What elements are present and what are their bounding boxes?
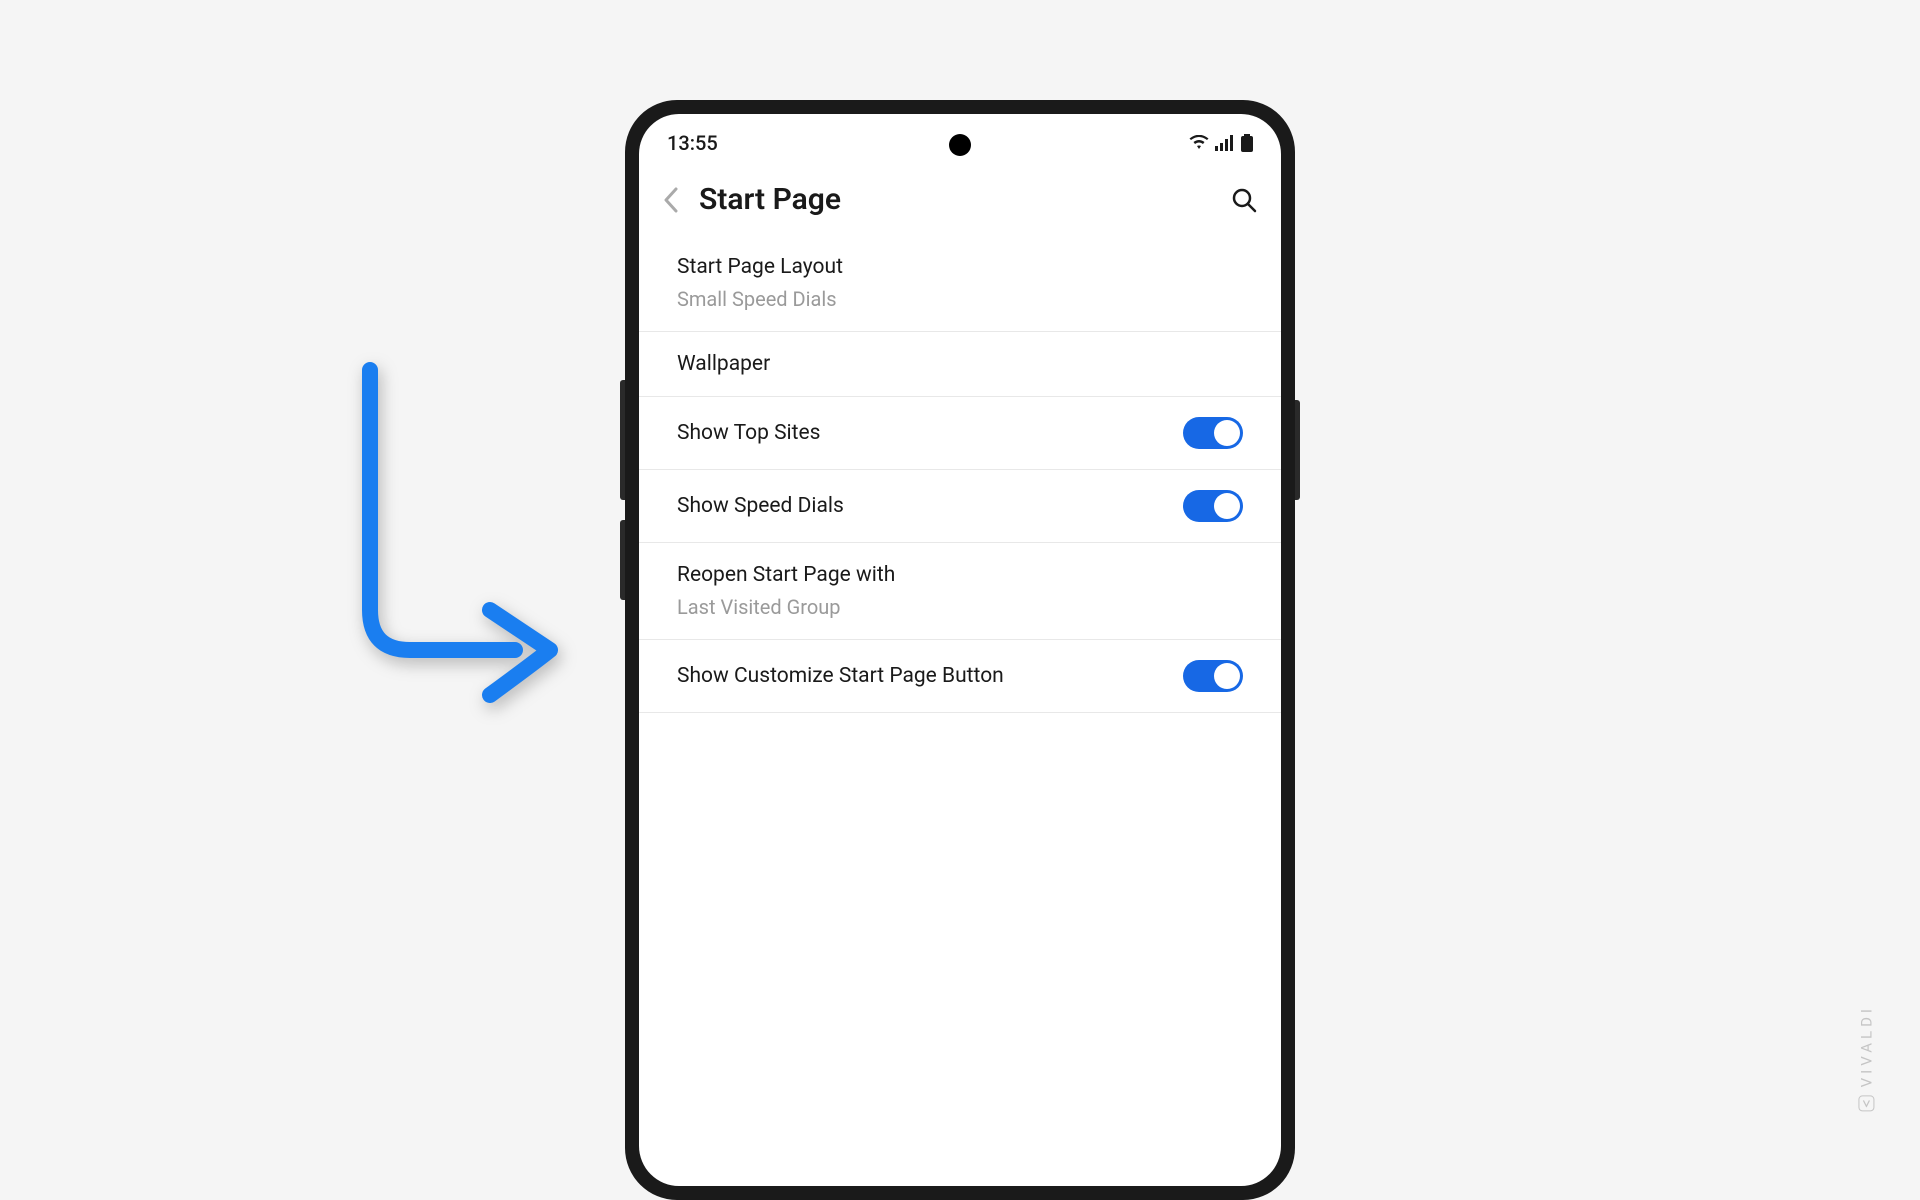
settings-list: Start Page Layout Small Speed Dials Wall… (639, 235, 1281, 713)
toggle-show-top-sites[interactable] (1183, 417, 1243, 449)
settings-header: Start Page (639, 164, 1281, 235)
battery-icon (1241, 134, 1253, 152)
phone-power-button (1295, 400, 1300, 500)
toggle-knob (1214, 663, 1240, 689)
toggle-knob (1214, 493, 1240, 519)
toggle-knob (1214, 420, 1240, 446)
vivaldi-watermark: VIVALDI (1857, 1005, 1875, 1111)
setting-label: Wallpaper (677, 352, 770, 376)
page-title: Start Page (699, 182, 1211, 217)
setting-value: Last Visited Group (677, 595, 895, 619)
signal-icon (1215, 135, 1235, 151)
setting-label: Reopen Start Page with (677, 563, 895, 587)
status-icons (1189, 134, 1253, 152)
annotation-arrow (350, 360, 570, 734)
setting-reopen-start-page[interactable]: Reopen Start Page with Last Visited Grou… (639, 543, 1281, 640)
vivaldi-logo-icon (1858, 1095, 1874, 1111)
phone-volume-down-button (620, 520, 625, 600)
back-button[interactable] (663, 187, 679, 213)
setting-show-speed-dials[interactable]: Show Speed Dials (639, 470, 1281, 543)
phone-screen: 13:55 Start Page (639, 114, 1281, 1186)
phone-volume-up-button (620, 380, 625, 500)
phone-mockup-frame: 13:55 Start Page (625, 100, 1295, 1200)
search-button[interactable] (1231, 187, 1257, 213)
setting-show-top-sites[interactable]: Show Top Sites (639, 397, 1281, 470)
status-time: 13:55 (667, 131, 718, 155)
watermark-text: VIVALDI (1857, 1005, 1875, 1087)
setting-label: Show Speed Dials (677, 494, 844, 518)
setting-wallpaper[interactable]: Wallpaper (639, 332, 1281, 397)
setting-value: Small Speed Dials (677, 287, 843, 311)
wifi-icon (1189, 135, 1209, 151)
setting-label: Show Top Sites (677, 421, 821, 445)
camera-notch (949, 134, 971, 156)
toggle-show-speed-dials[interactable] (1183, 490, 1243, 522)
setting-label: Start Page Layout (677, 255, 843, 279)
setting-show-customize-button[interactable]: Show Customize Start Page Button (639, 640, 1281, 713)
setting-start-page-layout[interactable]: Start Page Layout Small Speed Dials (639, 235, 1281, 332)
setting-label: Show Customize Start Page Button (677, 664, 1004, 688)
toggle-show-customize-button[interactable] (1183, 660, 1243, 692)
